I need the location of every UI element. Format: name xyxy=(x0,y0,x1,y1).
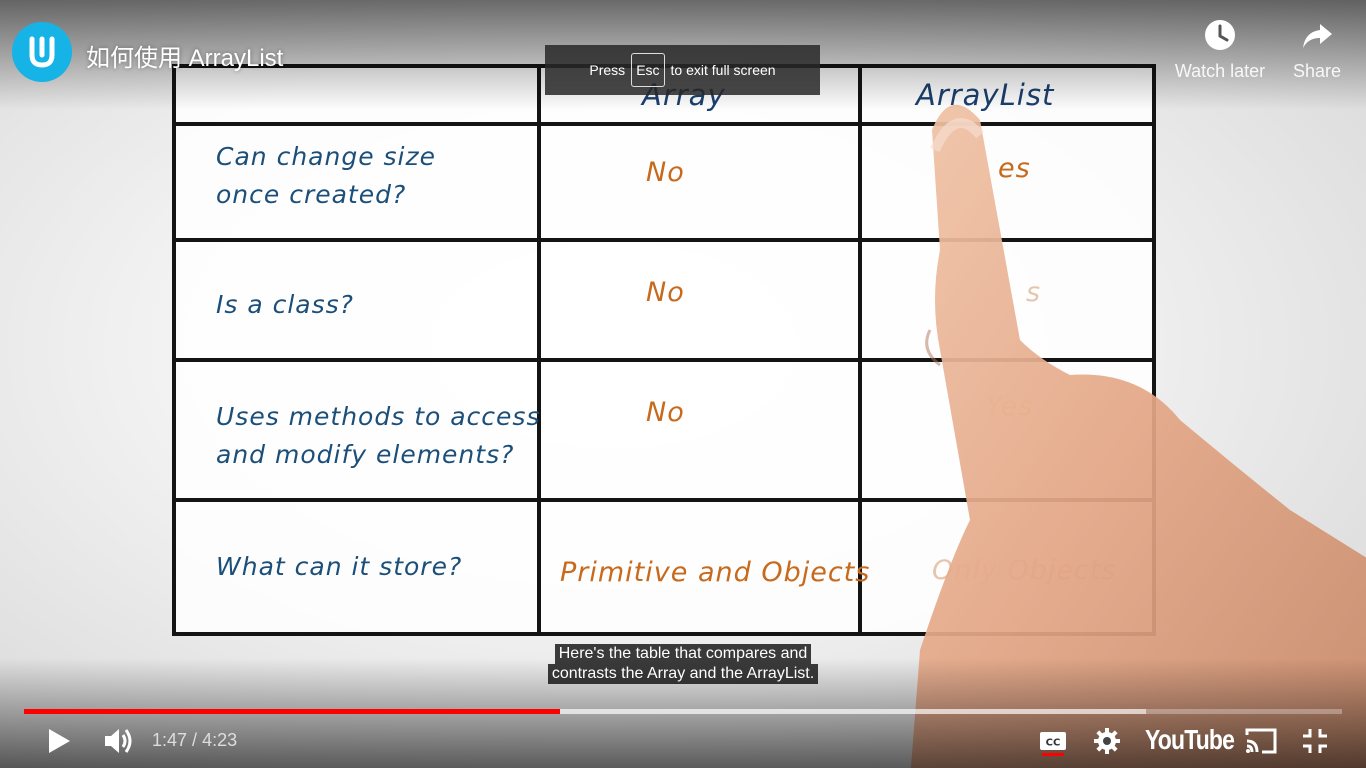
table-divider xyxy=(176,358,1152,362)
watch-later-label: Watch later xyxy=(1174,61,1266,81)
answer-arraylist-row3: Yes xyxy=(986,391,1034,422)
question-is-class: Is a class? xyxy=(216,290,354,319)
settings-icon xyxy=(1094,728,1120,754)
caption-line-1: Here's the table that compares and xyxy=(554,644,812,664)
play-icon xyxy=(49,729,70,753)
volume-icon xyxy=(105,729,132,753)
video-title[interactable]: 如何使用 ArrayList xyxy=(86,38,283,73)
play-button[interactable] xyxy=(40,722,78,760)
answer-array-row3: No xyxy=(646,397,685,428)
share-label: Share xyxy=(1292,61,1342,81)
current-time: 1:47 xyxy=(152,730,188,750)
answer-array-row2: No xyxy=(646,277,685,308)
table-divider xyxy=(176,498,1152,502)
youtube-logo[interactable]: YouTube xyxy=(1145,724,1235,756)
fullscreen-notice: Press Esc to exit full screen xyxy=(545,45,820,95)
captions: Here's the table that compares and contr… xyxy=(0,644,1366,684)
table-divider xyxy=(176,238,1152,242)
answer-arraylist-row4: Only Objects xyxy=(932,555,1117,586)
notice-press: Press xyxy=(589,62,626,78)
time-separator: / xyxy=(187,730,203,750)
svg-text:CC: CC xyxy=(1046,738,1061,749)
channel-logo[interactable] xyxy=(12,22,72,82)
clock-icon xyxy=(1205,20,1235,50)
question-what-store: What can it store? xyxy=(216,552,463,581)
cast-icon xyxy=(1245,728,1277,754)
notice-message: to exit full screen xyxy=(670,62,776,78)
answer-array-row4: Primitive and Objects xyxy=(560,557,871,588)
mute-button[interactable] xyxy=(100,722,138,760)
answer-arraylist-row2: s xyxy=(1026,277,1042,308)
settings-button[interactable] xyxy=(1088,722,1126,760)
video-frame[interactable]: Array ArrayList Can change size once cre… xyxy=(0,0,1366,768)
answer-array-row1: No xyxy=(646,157,685,188)
question-change-size: Can change size once created? xyxy=(216,142,436,209)
whiteboard-table: Array ArrayList Can change size once cre… xyxy=(172,64,1156,636)
exit-fullscreen-button[interactable] xyxy=(1296,722,1334,760)
question-uses-methods: Uses methods to access and modify elemen… xyxy=(216,402,541,469)
answer-arraylist-row1: es xyxy=(998,153,1031,184)
table-divider xyxy=(176,122,1152,126)
exit-fullscreen-icon xyxy=(1303,729,1327,753)
subtitles-button[interactable]: CC xyxy=(1034,722,1072,760)
time-display: 1:47 / 4:23 xyxy=(152,730,237,751)
caption-line-2: contrasts the Array and the ArrayList. xyxy=(547,664,819,684)
cast-button[interactable] xyxy=(1242,722,1280,760)
table-divider xyxy=(858,68,862,632)
captions-icon: CC xyxy=(1040,732,1066,756)
udacity-logo-icon xyxy=(29,36,55,68)
table-divider xyxy=(537,68,541,632)
progress-bar[interactable] xyxy=(24,709,1342,714)
share-button[interactable]: Share xyxy=(1262,18,1366,82)
share-icon xyxy=(1303,24,1332,48)
duration: 4:23 xyxy=(202,730,238,750)
esc-key: Esc xyxy=(631,53,665,87)
watch-later-button[interactable]: Watch later xyxy=(1165,18,1275,82)
header-arraylist: ArrayList xyxy=(916,78,1055,112)
progress-played xyxy=(24,709,561,714)
